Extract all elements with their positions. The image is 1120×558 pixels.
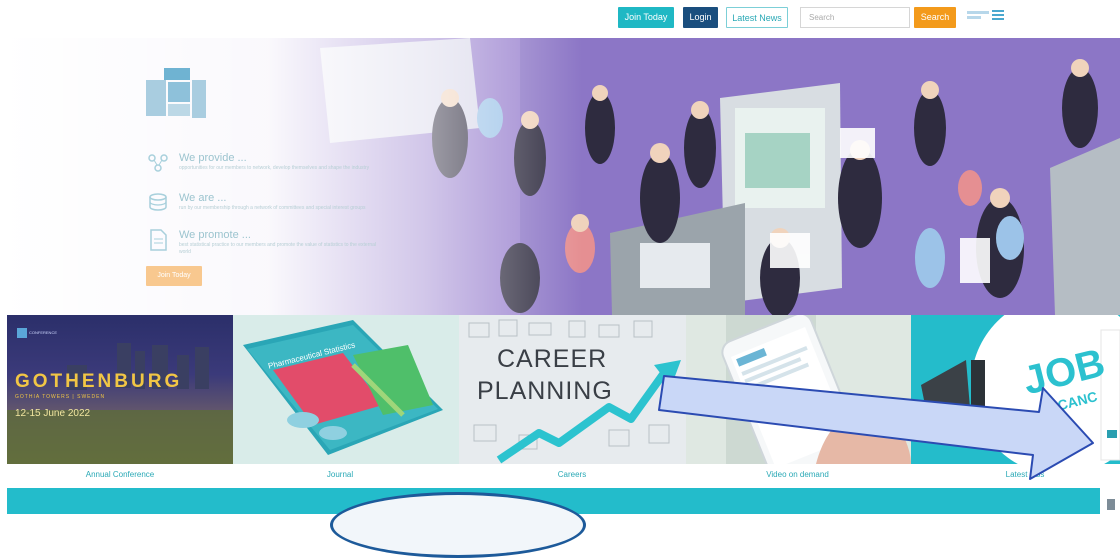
network-icon bbox=[148, 154, 168, 172]
login-button[interactable]: Login bbox=[683, 7, 718, 28]
accessibility-icon[interactable] bbox=[967, 11, 989, 14]
search-input[interactable]: Search bbox=[800, 7, 910, 28]
side-widget[interactable] bbox=[1104, 495, 1120, 514]
psi-logo bbox=[146, 68, 206, 118]
tile-label-journal[interactable]: Journal bbox=[290, 470, 390, 479]
tile-label-latest-jobs[interactable]: Latest jobs bbox=[985, 470, 1065, 479]
latest-news-button[interactable]: Latest News bbox=[726, 7, 788, 28]
feature-desc: opportunities for our members to network… bbox=[179, 165, 370, 171]
conference-badge: CONFERENCE bbox=[29, 330, 58, 335]
tile-latest-jobs[interactable]: JOB VACANC bbox=[911, 315, 1120, 464]
accessibility-icon-line bbox=[967, 16, 981, 19]
feature-desc: best statistical practice to our members… bbox=[179, 242, 377, 255]
career-line2: PLANNING bbox=[477, 377, 613, 405]
top-bar: Join Today Login Latest News Search Sear… bbox=[0, 0, 1120, 36]
feature-desc: run by our membership through a network … bbox=[179, 205, 366, 211]
join-today-button[interactable]: Join Today bbox=[618, 7, 674, 28]
tile-annual-conference[interactable]: CONFERENCE GOTHENBURG GOTHIA TOWERS | SW… bbox=[7, 315, 233, 464]
tile-journal[interactable]: Pharmaceutical Statistics bbox=[233, 315, 459, 464]
journal-cover bbox=[243, 320, 443, 455]
database-icon bbox=[149, 193, 167, 211]
hero-join-button[interactable]: Join Today bbox=[146, 266, 202, 286]
phone-in-hand bbox=[686, 315, 911, 464]
bottom-banner-graphic bbox=[330, 492, 586, 558]
conference-city: GOTHENBURG bbox=[15, 371, 183, 392]
document-icon bbox=[150, 229, 167, 251]
feature-title: We promote ... bbox=[179, 229, 251, 241]
feature-tiles: CONFERENCE GOTHENBURG GOTHIA TOWERS | SW… bbox=[7, 315, 1120, 467]
tile-label-video-on-demand[interactable]: Video on demand bbox=[740, 470, 855, 479]
feature-title: We provide ... bbox=[179, 152, 247, 164]
conference-venue: GOTHIA TOWERS | SWEDEN bbox=[15, 394, 106, 400]
tile-label-annual-conference[interactable]: Annual Conference bbox=[50, 470, 190, 479]
feature-title: We are ... bbox=[179, 192, 227, 204]
tile-label-careers[interactable]: Careers bbox=[522, 470, 622, 479]
career-line1: CAREER bbox=[497, 345, 608, 373]
conference-dates: 12-15 June 2022 bbox=[15, 408, 91, 419]
menu-icon[interactable] bbox=[992, 10, 1004, 21]
search-button[interactable]: Search bbox=[914, 7, 956, 28]
tile-careers[interactable]: CAREER PLANNING bbox=[459, 315, 686, 464]
tile-video-on-demand[interactable] bbox=[686, 315, 911, 464]
